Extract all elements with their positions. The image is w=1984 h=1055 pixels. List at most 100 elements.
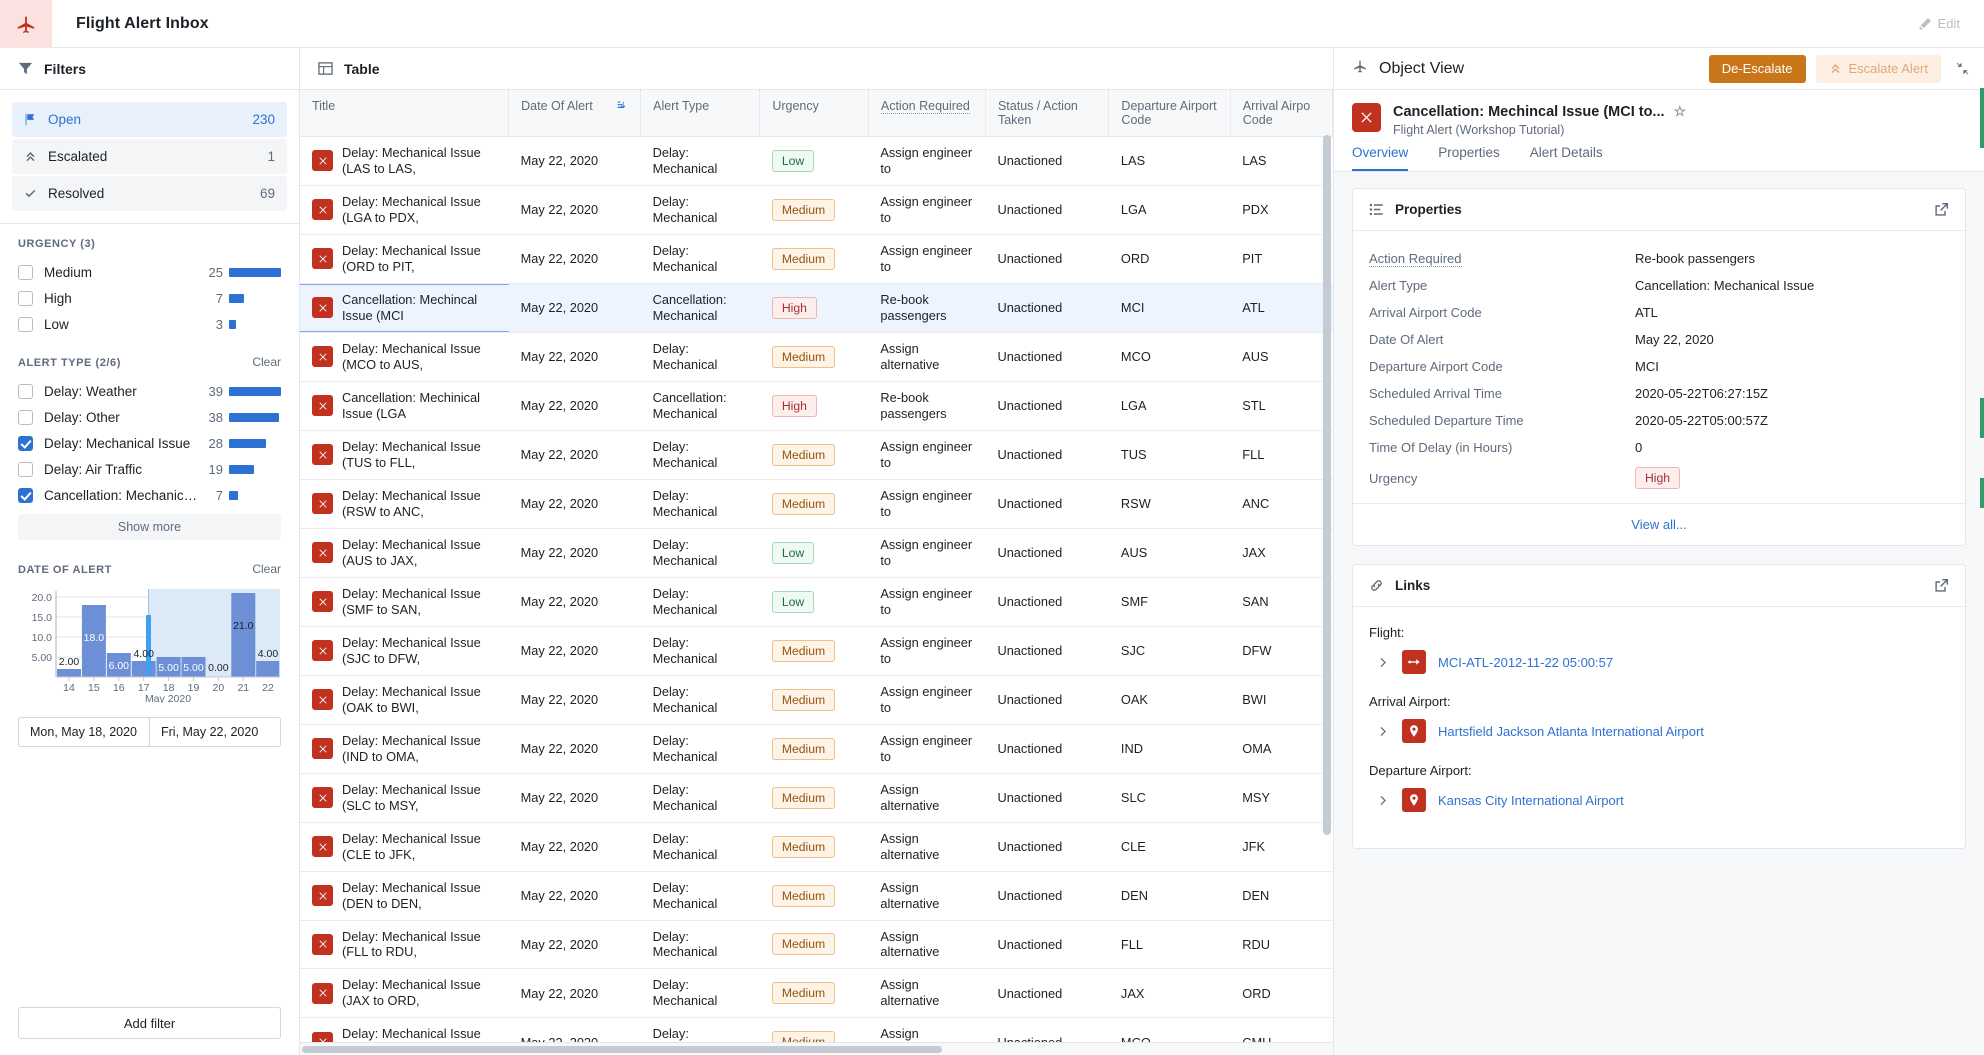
link-arrival-airport[interactable]: Hartsfield Jackson Atlanta International… <box>1438 724 1704 739</box>
table-row[interactable]: Delay: Mechanical Issue (TUS to FLL,May … <box>300 430 1333 479</box>
clear-alert-type-button[interactable]: Clear <box>252 355 281 369</box>
status-filter-open[interactable]: Open 230 <box>12 102 287 137</box>
tab-alert-details[interactable]: Alert Details <box>1530 145 1603 171</box>
table-row[interactable]: Delay: Mechanical Issue (JAX to ORD,May … <box>300 969 1333 1018</box>
table-horizontal-scrollbar[interactable] <box>300 1042 1333 1055</box>
facet-alert-type-mechanical[interactable]: Delay: Mechanical Issue 28 <box>18 430 281 456</box>
chevron-right-icon[interactable] <box>1377 725 1390 738</box>
table-row[interactable]: Delay: Mechanical Issue (DEN to DEN,May … <box>300 871 1333 920</box>
checkbox[interactable] <box>18 265 33 280</box>
table-row[interactable]: Delay: Mechanical Issue (AUS to JAX,May … <box>300 528 1333 577</box>
column-header-action-required[interactable]: Action Required <box>868 90 985 137</box>
cell-arrival-airport: DEN <box>1230 871 1332 920</box>
table-row[interactable]: Delay: Mechanical Issue (SMF to SAN,May … <box>300 577 1333 626</box>
checkbox[interactable] <box>18 462 33 477</box>
table-row[interactable]: Delay: Mechanical Issue (MCO to CMH,May … <box>300 1018 1333 1042</box>
facet-alert-type-cancellation[interactable]: Cancellation: Mechanical I... 7 <box>18 482 281 508</box>
de-escalate-button[interactable]: De-Escalate <box>1709 55 1806 83</box>
column-header-urgency[interactable]: Urgency <box>760 90 869 137</box>
checkbox[interactable] <box>18 317 33 332</box>
tab-overview[interactable]: Overview <box>1352 145 1408 171</box>
table-row[interactable]: Delay: Mechanical Issue (OAK to BWI,May … <box>300 675 1333 724</box>
facet-alert-type-weather[interactable]: Delay: Weather 39 <box>18 378 281 404</box>
link-row-flight[interactable]: MCI-ATL-2012-11-22 05:00:57 <box>1369 650 1949 674</box>
row-title: Delay: Mechanical Issue (LAS to LAS, <box>342 145 497 177</box>
urgency-badge: Low <box>772 591 814 613</box>
table-row[interactable]: Delay: Mechanical Issue (MCO to AUS,May … <box>300 332 1333 381</box>
table-row[interactable]: Delay: Mechanical Issue (LAS to LAS,May … <box>300 137 1333 186</box>
facet-count: 19 <box>209 462 229 477</box>
collapse-icon[interactable] <box>1951 61 1970 76</box>
chevron-right-icon[interactable] <box>1377 656 1390 669</box>
edit-button[interactable]: Edit <box>1918 16 1984 31</box>
table-row[interactable]: Delay: Mechanical Issue (FLL to RDU,May … <box>300 920 1333 969</box>
cell-date: May 22, 2020 <box>509 234 641 283</box>
property-row: Scheduled Arrival Time2020-05-22T06:27:1… <box>1369 380 1949 407</box>
facet-urgency-high[interactable]: High 7 <box>18 285 281 311</box>
table-vertical-scrollbar[interactable] <box>1323 135 1331 835</box>
table-scroll-area[interactable]: Title Date Of Alert Alert Type Urgency A… <box>300 90 1333 1042</box>
chevron-right-icon[interactable] <box>1377 794 1390 807</box>
link-row-arrival-airport[interactable]: Hartsfield Jackson Atlanta International… <box>1369 719 1949 743</box>
table-row[interactable]: Delay: Mechanical Issue (ORD to PIT,May … <box>300 234 1333 283</box>
status-filter-resolved[interactable]: Resolved 69 <box>12 176 287 211</box>
table-row[interactable]: Cancellation: Mechinical Issue (LGAMay 2… <box>300 381 1333 430</box>
table-row[interactable]: Delay: Mechanical Issue (SJC to DFW,May … <box>300 626 1333 675</box>
column-header-alert-type[interactable]: Alert Type <box>641 90 760 137</box>
add-filter-button[interactable]: Add filter <box>18 1007 281 1039</box>
column-label: Urgency <box>772 99 819 113</box>
tab-properties[interactable]: Properties <box>1438 145 1500 171</box>
table-row[interactable]: Delay: Mechanical Issue (CLE to JFK,May … <box>300 822 1333 871</box>
column-header-arrival-airport[interactable]: Arrival Airpo Code <box>1230 90 1332 137</box>
cell-urgency: Medium <box>760 234 869 283</box>
cell-urgency: Medium <box>760 185 869 234</box>
date-histogram-svg: 20.0 15.0 10.0 5.00 2.00 18.0 6.00 4.00 … <box>18 585 280 703</box>
show-more-button[interactable]: Show more <box>18 514 281 540</box>
facet-urgency-low[interactable]: Low 3 <box>18 311 281 337</box>
date-start-input[interactable]: Mon, May 18, 2020 <box>18 717 149 747</box>
facet-alert-type-air-traffic[interactable]: Delay: Air Traffic 19 <box>18 456 281 482</box>
column-header-date-of-alert[interactable]: Date Of Alert <box>509 90 641 137</box>
date-end-input[interactable]: Fri, May 22, 2020 <box>149 717 281 747</box>
cell-departure-airport: AUS <box>1109 528 1230 577</box>
links-list: Flight: MCI-ATL-2012-11-22 05:00:57 Arri… <box>1353 607 1965 848</box>
status-filter-label: Resolved <box>48 186 104 201</box>
column-header-title[interactable]: Title <box>300 90 509 137</box>
urgency-badge: High <box>772 297 817 319</box>
checkbox[interactable] <box>18 436 33 451</box>
table-row[interactable]: Delay: Mechanical Issue (LGA to PDX,May … <box>300 185 1333 234</box>
checkbox[interactable] <box>18 488 33 503</box>
table-row[interactable]: Cancellation: Mechincal Issue (MCIMay 22… <box>300 283 1333 332</box>
status-filter-escalated[interactable]: Escalated 1 <box>12 139 287 174</box>
row-title: Cancellation: Mechinical Issue (LGA <box>342 390 497 422</box>
table-row[interactable]: Delay: Mechanical Issue (RSW to ANC,May … <box>300 479 1333 528</box>
link-flight[interactable]: MCI-ATL-2012-11-22 05:00:57 <box>1438 655 1613 670</box>
facet-urgency-medium[interactable]: Medium 25 <box>18 259 281 285</box>
link-row-departure-airport[interactable]: Kansas City International Airport <box>1369 788 1949 812</box>
escalate-alert-button[interactable]: Escalate Alert <box>1816 55 1942 83</box>
sort-desc-icon[interactable] <box>615 99 628 112</box>
facet-alert-type-other[interactable]: Delay: Other 38 <box>18 404 281 430</box>
urgency-badge: Medium <box>772 346 835 368</box>
star-outline-icon[interactable]: ☆ <box>1674 103 1687 120</box>
link-departure-airport[interactable]: Kansas City International Airport <box>1438 793 1624 808</box>
app-root: Flight Alert Inbox Edit Filters <box>0 0 1984 1055</box>
column-header-status[interactable]: Status / Action Taken <box>985 90 1108 137</box>
scrollbar-thumb[interactable] <box>302 1046 942 1053</box>
property-value: 0 <box>1635 440 1642 455</box>
table-row[interactable]: Delay: Mechanical Issue (SLC to MSY,May … <box>300 773 1333 822</box>
view-all-properties-button[interactable]: View all... <box>1353 503 1965 545</box>
svg-text:15: 15 <box>88 682 100 694</box>
checkbox[interactable] <box>18 384 33 399</box>
clear-date-button[interactable]: Clear <box>252 562 281 576</box>
open-external-icon[interactable] <box>1934 578 1949 593</box>
cell-action-required: Assign alternative <box>868 822 985 871</box>
checkbox[interactable] <box>18 291 33 306</box>
open-external-icon[interactable] <box>1934 202 1949 217</box>
row-title: Delay: Mechanical Issue (AUS to JAX, <box>342 537 497 569</box>
date-histogram[interactable]: 20.0 15.0 10.0 5.00 2.00 18.0 6.00 4.00 … <box>18 585 280 703</box>
table-row[interactable]: Delay: Mechanical Issue (IND to OMA,May … <box>300 724 1333 773</box>
checkbox[interactable] <box>18 410 33 425</box>
column-header-departure-airport[interactable]: Departure Airport Code <box>1109 90 1230 137</box>
cell-arrival-airport: FLL <box>1230 430 1332 479</box>
